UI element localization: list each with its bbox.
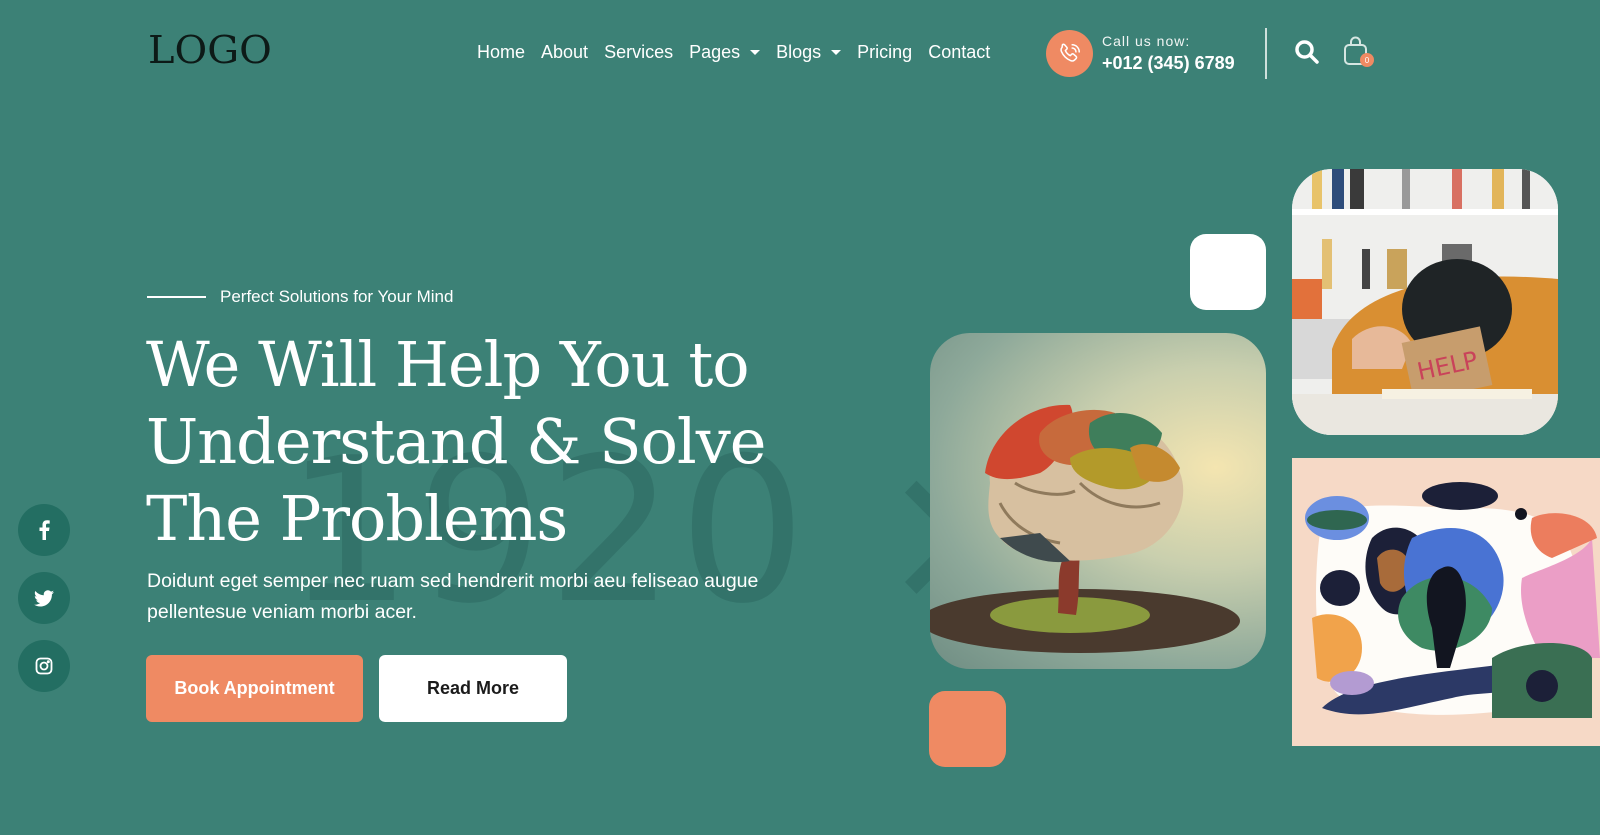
hero-title-line: Understand & Solve — [146, 405, 766, 478]
instagram-link[interactable] — [18, 640, 70, 692]
nav-pages[interactable]: Pages — [689, 42, 761, 63]
hero-description: Doidunt eget semper nec ruam sed hendrer… — [147, 570, 759, 623]
brain-tree-image — [930, 333, 1266, 669]
nav-label: Services — [604, 42, 674, 62]
header-divider — [1265, 28, 1267, 79]
facebook-icon — [39, 520, 50, 540]
facebook-link[interactable] — [18, 504, 70, 556]
nav-services[interactable]: Services — [604, 42, 673, 63]
main-nav: Home About Services Pages Blogs Pricing … — [477, 42, 990, 63]
cart-count-badge: 0 — [1360, 53, 1374, 67]
caret-down-icon — [831, 50, 842, 55]
search-button[interactable] — [1293, 38, 1321, 66]
hero-title: We Will Help You to Understand & Solve T… — [146, 326, 866, 557]
search-icon — [1295, 40, 1319, 64]
instagram-icon — [35, 657, 53, 675]
call-number[interactable]: +012 (345) 6789 — [1102, 53, 1235, 74]
nav-about[interactable]: About — [541, 42, 588, 63]
nav-pricing[interactable]: Pricing — [857, 42, 912, 63]
decorative-square-orange — [929, 691, 1006, 767]
subtitle-line — [147, 296, 206, 298]
hero-subtitle: Perfect Solutions for Your Mind — [147, 287, 453, 307]
hero-title-line: We Will Help You to — [146, 328, 750, 401]
abstract-art-image — [1292, 458, 1600, 746]
phone-ringing-icon — [1046, 30, 1093, 77]
twitter-link[interactable] — [18, 572, 70, 624]
nav-label: Pricing — [857, 42, 913, 62]
read-more-button[interactable]: Read More — [379, 655, 567, 722]
nav-contact[interactable]: Contact — [928, 42, 990, 63]
twitter-icon — [34, 589, 54, 606]
nav-label: Pages — [689, 42, 741, 62]
logo[interactable]: LOGO — [148, 28, 272, 72]
decorative-square-white — [1190, 234, 1266, 310]
call-label: Call us now: — [1102, 33, 1191, 49]
book-appointment-button[interactable]: Book Appointment — [146, 655, 363, 722]
caret-down-icon — [750, 50, 761, 55]
nav-label: About — [541, 42, 589, 62]
nav-label: Contact — [928, 42, 991, 62]
help-sign-person-image: HELP — [1292, 169, 1558, 435]
nav-label: Home — [477, 42, 526, 62]
cart-button[interactable]: 0 — [1343, 36, 1375, 70]
call-us[interactable]: Call us now: +012 (345) 6789 — [1046, 30, 1235, 77]
hero-title-line: The Problems — [146, 482, 568, 555]
nav-home[interactable]: Home — [477, 42, 525, 63]
nav-blogs[interactable]: Blogs — [776, 42, 842, 63]
subtitle-text: Perfect Solutions for Your Mind — [220, 287, 454, 306]
nav-label: Blogs — [776, 42, 822, 62]
